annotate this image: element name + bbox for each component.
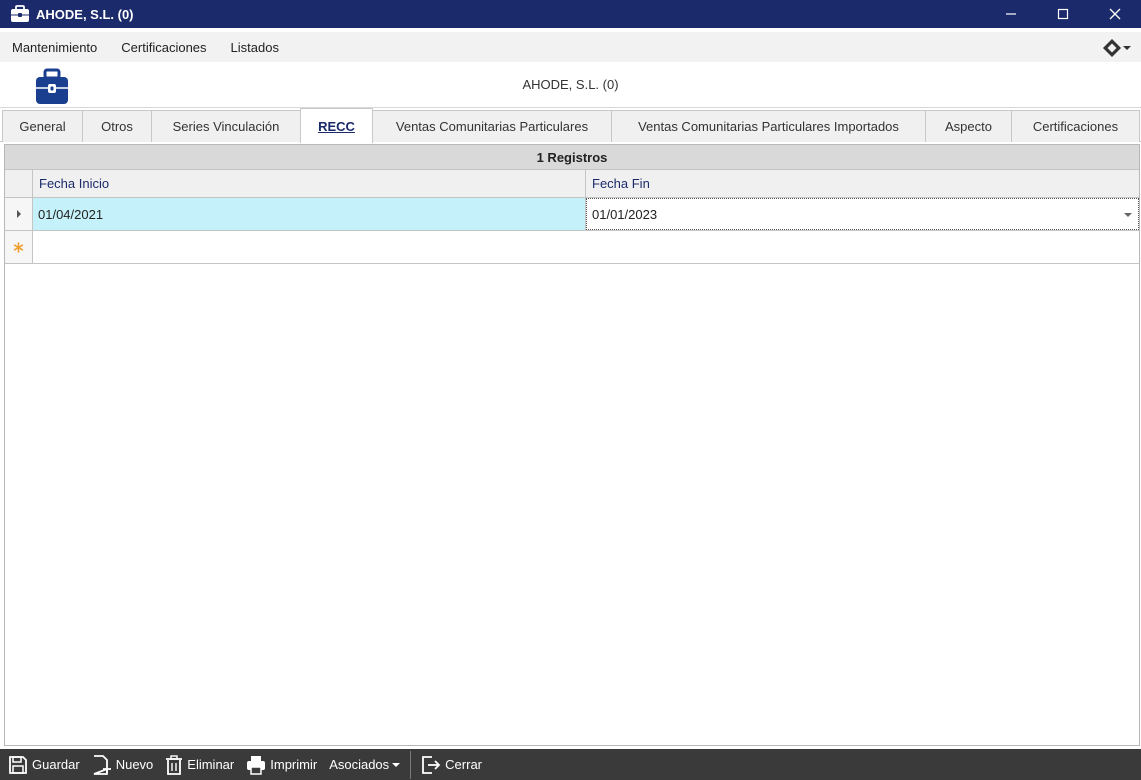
tab-general[interactable]: General bbox=[2, 110, 83, 142]
new-row[interactable] bbox=[5, 231, 1139, 264]
menu-listados[interactable]: Listados bbox=[219, 40, 291, 55]
tab-aspecto[interactable]: Aspecto bbox=[925, 110, 1012, 142]
new-row-cell[interactable] bbox=[33, 231, 1139, 263]
grid-record-count: 1 Registros bbox=[5, 145, 1139, 170]
recc-grid: 1 Registros Fecha Inicio Fecha Fin 01/04… bbox=[4, 144, 1140, 746]
cerrar-button[interactable]: Cerrar bbox=[415, 749, 488, 780]
company-name: AHODE, S.L. (0) bbox=[522, 77, 619, 92]
menu-certificaciones[interactable]: Certificaciones bbox=[109, 40, 218, 55]
table-row[interactable]: 01/04/2021 01/01/2023 bbox=[5, 198, 1139, 231]
window-controls bbox=[985, 0, 1141, 28]
tab-otros[interactable]: Otros bbox=[82, 110, 152, 142]
options-menu-button[interactable] bbox=[1102, 38, 1132, 58]
exit-icon bbox=[422, 755, 441, 774]
tab-bar: General Otros Series Vinculación RECC Ve… bbox=[0, 108, 1141, 143]
tab-label: Series Vinculación bbox=[172, 119, 280, 134]
imprimir-label: Imprimir bbox=[270, 757, 318, 772]
cerrar-label: Cerrar bbox=[445, 757, 483, 772]
maximize-button[interactable] bbox=[1037, 0, 1089, 28]
window-title: AHODE, S.L. (0) bbox=[36, 6, 134, 22]
column-header-fecha-fin[interactable]: Fecha Fin bbox=[586, 170, 1139, 197]
tab-series-vinculacion[interactable]: Series Vinculación bbox=[151, 110, 301, 142]
menu-bar: Mantenimiento Certificaciones Listados bbox=[0, 32, 1141, 62]
bottom-toolbar: Guardar Nuevo Eliminar Imprimir Asociado… bbox=[0, 749, 1141, 780]
tab-recc[interactable]: RECC bbox=[300, 108, 373, 143]
diamond-icon bbox=[1103, 39, 1121, 57]
minimize-icon bbox=[1006, 13, 1016, 15]
close-icon bbox=[1109, 8, 1121, 20]
toolbar-separator bbox=[410, 750, 412, 779]
caret-down-icon bbox=[392, 762, 401, 767]
chevron-down-icon bbox=[1123, 46, 1131, 50]
tab-label: RECC bbox=[318, 118, 355, 134]
dropdown-arrow-icon[interactable] bbox=[1124, 213, 1132, 217]
trash-icon bbox=[166, 754, 183, 775]
asociados-label: Asociados bbox=[329, 757, 390, 772]
cell-fecha-inicio[interactable]: 01/04/2021 bbox=[33, 198, 586, 230]
briefcase-icon bbox=[9, 3, 31, 25]
header-corner bbox=[5, 170, 33, 197]
grid-header: Fecha Inicio Fecha Fin bbox=[5, 170, 1139, 198]
eliminar-button[interactable]: Eliminar bbox=[159, 749, 240, 780]
new-document-icon bbox=[93, 754, 111, 775]
eliminar-label: Eliminar bbox=[187, 757, 235, 772]
cell-fecha-fin[interactable]: 01/01/2023 bbox=[586, 198, 1139, 230]
tab-label: Ventas Comunitarias Particulares Importa… bbox=[638, 119, 899, 134]
row-pointer-icon bbox=[16, 210, 21, 218]
printer-icon bbox=[247, 755, 266, 775]
nuevo-button[interactable]: Nuevo bbox=[86, 749, 160, 780]
entity-header: AHODE, S.L. (0) bbox=[0, 62, 1141, 108]
tab-label: Otros bbox=[101, 119, 133, 134]
cell-fecha-fin-value: 01/01/2023 bbox=[592, 206, 658, 222]
guardar-button[interactable]: Guardar bbox=[0, 749, 86, 780]
maximize-icon bbox=[1057, 8, 1069, 20]
imprimir-button[interactable]: Imprimir bbox=[240, 749, 323, 780]
guardar-label: Guardar bbox=[32, 757, 80, 772]
nuevo-label: Nuevo bbox=[115, 757, 154, 772]
title-bar: AHODE, S.L. (0) bbox=[0, 0, 1141, 28]
asterisk-icon bbox=[13, 241, 24, 253]
current-row-indicator bbox=[5, 198, 33, 230]
tab-certificaciones[interactable]: Certificaciones bbox=[1011, 110, 1140, 142]
minimize-button[interactable] bbox=[985, 0, 1037, 28]
new-row-indicator bbox=[5, 231, 33, 263]
tab-ventas-comunitarias-particulares[interactable]: Ventas Comunitarias Particulares bbox=[372, 110, 612, 142]
tab-label: General bbox=[19, 119, 66, 134]
close-button[interactable] bbox=[1089, 0, 1141, 28]
menu-mantenimiento[interactable]: Mantenimiento bbox=[0, 40, 109, 55]
tab-label: Aspecto bbox=[945, 119, 992, 134]
tab-ventas-comunitarias-importados[interactable]: Ventas Comunitarias Particulares Importa… bbox=[611, 110, 926, 142]
tab-label: Certificaciones bbox=[1032, 119, 1119, 134]
column-header-fecha-inicio[interactable]: Fecha Inicio bbox=[33, 170, 586, 197]
asociados-dropdown[interactable]: Asociados bbox=[323, 749, 406, 780]
tab-label: Ventas Comunitarias Particulares bbox=[395, 119, 589, 134]
save-icon bbox=[9, 755, 27, 774]
